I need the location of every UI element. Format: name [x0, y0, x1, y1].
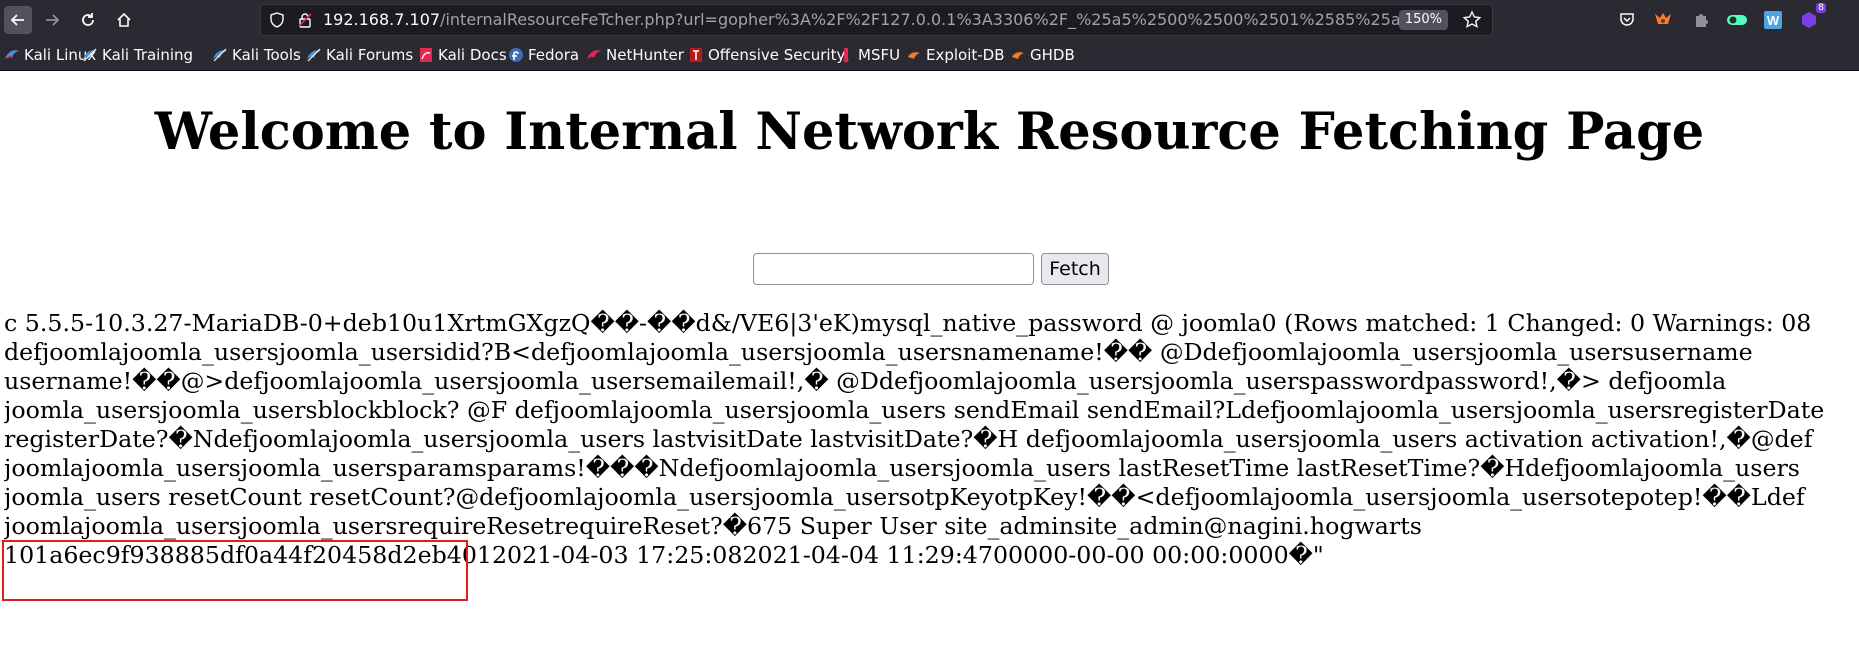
bookmark-label: Exploit-DB [926, 46, 1005, 64]
result-line: joomlajoomla_usersjoomla_usersparamspara… [4, 454, 1800, 482]
bookmark-label: Kali Docs [438, 46, 507, 64]
home-icon [117, 12, 131, 27]
page-title: Welcome to Internal Network Resource Fet… [154, 102, 1705, 162]
result-line: joomlajoomla_usersjoomla_usersrequireRes… [4, 512, 1422, 540]
kali-tools-icon [212, 47, 228, 63]
fetch-button[interactable]: Fetch [1041, 253, 1109, 285]
url-path: /internalResourceFeTcher.php?url=gopher%… [440, 10, 1413, 29]
kali-dragon-icon [4, 47, 20, 63]
wappalyzer-icon[interactable]: W [1762, 9, 1784, 31]
bookmark-label: GHDB [1030, 46, 1075, 64]
forward-arrow-icon [46, 14, 60, 26]
bookmark-ghdb[interactable]: GHDB [1010, 45, 1075, 65]
bookmark-label: Kali Tools [232, 46, 301, 64]
bookmark-label: Kali Training [102, 46, 194, 64]
ghdb-icon [1010, 47, 1026, 63]
back-button[interactable] [4, 6, 32, 34]
zoom-level-badge[interactable]: 150% [1398, 10, 1448, 30]
bookmark-label: Offensive Security [708, 46, 846, 64]
bookmark-star-icon[interactable] [1462, 10, 1482, 30]
hack-tools-icon[interactable]: 8 [1798, 3, 1826, 31]
kali-forums-icon [306, 47, 322, 63]
svg-text:W: W [1767, 13, 1780, 28]
kali-docs-icon [418, 47, 434, 63]
bookmark-kali-tools[interactable]: Kali Tools [212, 45, 301, 65]
msfu-icon [838, 47, 854, 63]
result-line: defjoomlajoomla_usersjoomla_usersidid?B<… [4, 338, 1753, 366]
bookmark-fedora[interactable]: Fedora [508, 45, 579, 65]
bookmark-exploit-db[interactable]: Exploit-DB [906, 45, 1005, 65]
reload-button[interactable] [74, 6, 102, 34]
bookmark-label: Kali Forums [326, 46, 414, 64]
extension-badge: 8 [1816, 3, 1826, 13]
result-line: joomla_users resetCount resetCount?@defj… [4, 483, 1805, 511]
fedora-icon [508, 47, 524, 63]
hash-highlight-box [2, 540, 468, 601]
insecure-lock-icon[interactable] [297, 12, 313, 28]
bookmark-offensive-security[interactable]: Offensive Security [688, 45, 845, 65]
bookmark-label: NetHunter [606, 46, 684, 64]
result-line: registerDate?�Ndefjoomlajoomla_usersjoom… [4, 425, 1813, 453]
bookmark-label: Fedora [528, 46, 580, 64]
bookmark-nethunter[interactable]: NetHunter [586, 45, 684, 65]
bookmark-msfu[interactable]: MSFU [838, 45, 900, 65]
home-button[interactable] [110, 6, 138, 34]
offsec-icon [688, 47, 704, 63]
kali-training-icon [82, 47, 98, 63]
result-line: c 5.5.5-10.3.27-MariaDB-0+deb10u1XrtmGXg… [4, 309, 1812, 337]
address-bar[interactable]: 192.168.7.107/internalResourceFeTcher.ph… [260, 4, 1493, 36]
result-line: username!��@>defjoomlajoomla_usersjoomla… [4, 367, 1727, 395]
forward-button[interactable] [38, 6, 66, 34]
bookmark-kali-forums[interactable]: Kali Forums [306, 45, 413, 65]
tracking-shield-icon[interactable] [269, 12, 285, 28]
reload-icon [82, 13, 94, 26]
url-text[interactable]: 192.168.7.107/internalResourceFeTcher.ph… [323, 5, 1413, 35]
toggle-extension-icon[interactable] [1726, 9, 1748, 31]
bookmark-kali-docs[interactable]: Kali Docs [418, 45, 507, 65]
pocket-icon[interactable] [1616, 9, 1638, 31]
bookmarks-bar: Kali Linux Kali Training Kali Tools Kali… [0, 40, 1859, 71]
nethunter-icon [586, 47, 602, 63]
bookmark-kali-training[interactable]: Kali Training [82, 45, 193, 65]
url-host: 192.168.7.107 [323, 10, 441, 29]
url-input[interactable] [753, 253, 1034, 285]
fetch-result-output: c 5.5.5-10.3.27-MariaDB-0+deb10u1XrtmGXg… [4, 309, 1856, 570]
puzzle-extension-icon[interactable] [1690, 9, 1712, 31]
foxyproxy-icon[interactable] [1652, 9, 1674, 31]
exploit-db-icon [906, 47, 922, 63]
result-line: joomla_usersjoomla_usersblockblock? @F d… [4, 396, 1825, 424]
browser-toolbar: 192.168.7.107/internalResourceFeTcher.ph… [0, 0, 1859, 40]
bookmark-label: MSFU [858, 46, 901, 64]
back-arrow-icon [10, 14, 24, 26]
